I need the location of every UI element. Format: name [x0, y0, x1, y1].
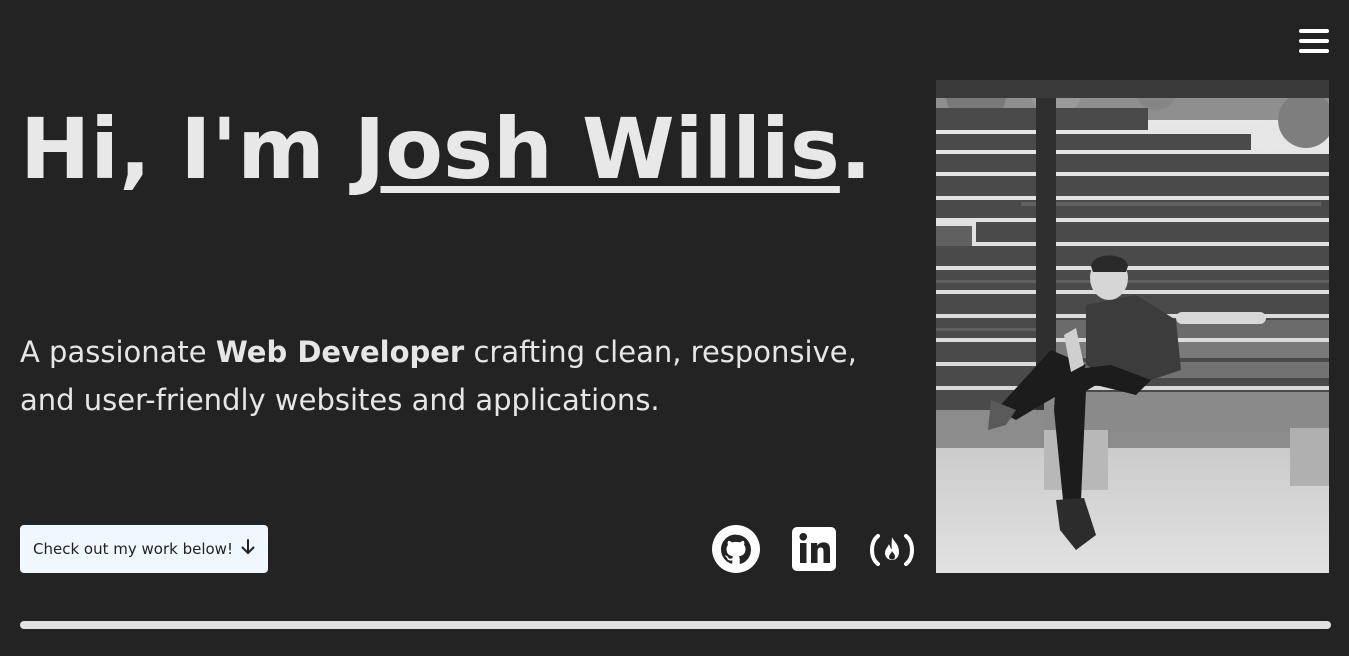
github-icon[interactable] — [712, 525, 760, 573]
page: Hi, I'm Josh Willis. A passionate Web De… — [0, 0, 1349, 656]
name-link[interactable]: Josh Willis — [354, 100, 840, 198]
hero-tagline: A passionate Web Developer crafting clea… — [20, 328, 900, 424]
tagline-role: Web Developer — [215, 335, 465, 369]
arrow-down-icon — [241, 539, 255, 559]
menu-line — [1299, 29, 1329, 33]
headline-period: . — [839, 100, 872, 198]
tagline-before: A passionate — [20, 335, 216, 369]
check-out-work-button[interactable]: Check out my work below! — [20, 525, 268, 573]
cta-label: Check out my work below! — [33, 540, 233, 558]
menu-line — [1299, 49, 1329, 53]
freecodecamp-icon[interactable] — [866, 530, 918, 570]
hamburger-menu-icon[interactable] — [1299, 29, 1329, 53]
menu-line — [1299, 39, 1329, 43]
greeting-text: Hi, I'm — [20, 100, 354, 198]
section-divider — [20, 621, 1331, 629]
hero-headline: Hi, I'm Josh Willis. — [20, 103, 872, 195]
linkedin-icon[interactable] — [792, 527, 836, 571]
profile-photo — [936, 80, 1329, 573]
